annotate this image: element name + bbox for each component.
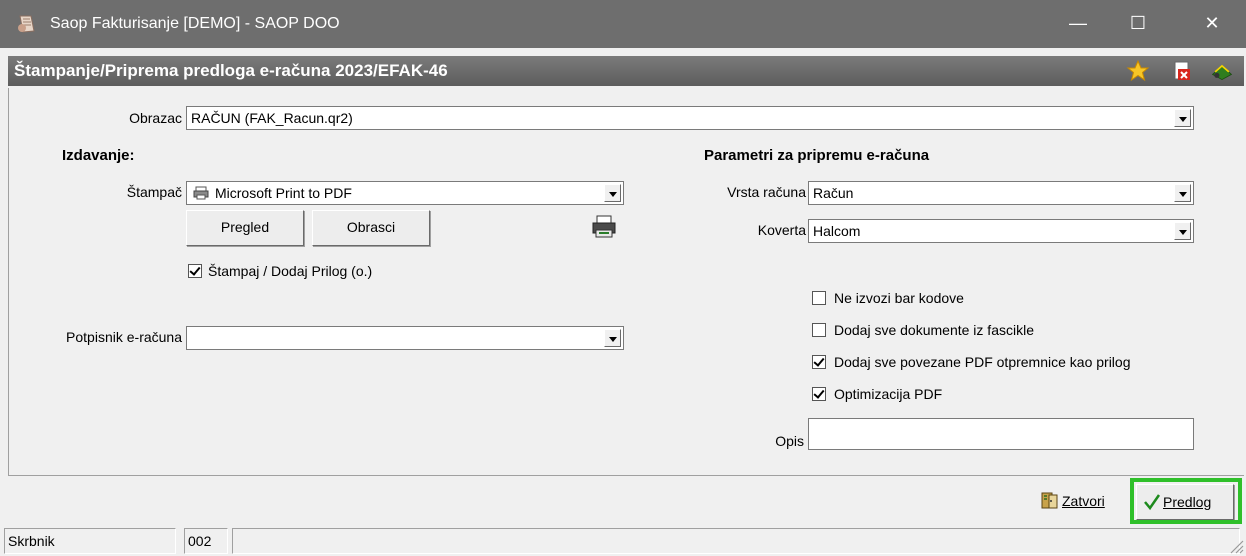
door-close-icon: [1041, 492, 1058, 509]
obrazac-label: Obrazac: [129, 110, 182, 126]
stampac-label: Štampač: [126, 184, 182, 200]
zatvori-label: Zatvori: [1062, 493, 1105, 509]
printer-setup-icon[interactable]: [590, 214, 618, 240]
potpisnik-label: Potpisnik e-računa: [66, 329, 182, 345]
vrsta-label: Vrsta računa: [727, 184, 806, 200]
obrasci-button[interactable]: Obrasci: [312, 210, 430, 246]
status-user: Skrbnik: [4, 528, 176, 554]
printer-value: Microsoft Print to PDF: [215, 185, 352, 201]
koverta-label: Koverta: [757, 222, 806, 238]
maximize-button[interactable]: ☐: [1110, 0, 1166, 48]
printer-select[interactable]: Microsoft Print to PDF: [186, 181, 624, 205]
printer-small-icon: [193, 186, 209, 200]
izdavanje-heading: Izdavanje:: [62, 147, 135, 164]
opis-input[interactable]: [808, 418, 1194, 450]
status-empty-panel: [232, 528, 1240, 554]
star-icon[interactable]: [1126, 59, 1150, 83]
window-title: Saop Fakturisanje [DEMO] - SAOP DOO: [50, 15, 340, 32]
predlog-highlight-frame: [1130, 478, 1242, 524]
form-header: Štampanje/Priprema predloga e-računa 202…: [8, 56, 1244, 86]
vrsta-select[interactable]: Račun: [808, 181, 1194, 205]
books-icon[interactable]: [1210, 59, 1234, 83]
chevron-down-icon[interactable]: [1174, 184, 1191, 202]
option-label-otpremnice: Dodaj sve povezane PDF otpremnice kao pr…: [834, 354, 1131, 370]
option-label-bar-codes: Ne izvozi bar kodove: [834, 290, 964, 306]
chevron-down-icon[interactable]: [604, 329, 621, 347]
pdf-delete-icon[interactable]: [1170, 59, 1194, 83]
option-label-optimizacija: Optimizacija PDF: [834, 386, 943, 402]
chevron-down-icon[interactable]: [604, 184, 621, 202]
resize-grip-icon[interactable]: [1228, 538, 1244, 554]
params-heading: Parametri za pripremu e-računa: [704, 147, 930, 164]
pregled-button[interactable]: Pregled: [186, 210, 304, 246]
app-logo-icon: [18, 15, 35, 33]
obrazac-select[interactable]: RAČUN (FAK_Racun.qr2): [186, 106, 1194, 130]
minimize-button[interactable]: —: [1050, 0, 1106, 48]
close-button[interactable]: ✕: [1184, 0, 1240, 48]
stampaj-label: Štampaj / Dodaj Prilog (o.): [208, 263, 373, 279]
chevron-down-icon[interactable]: [1174, 222, 1191, 240]
option-checkbox-otpremnice[interactable]: [812, 355, 826, 369]
chevron-down-icon[interactable]: [1174, 109, 1191, 127]
potpisnik-select[interactable]: [186, 326, 624, 350]
opis-label: Opis: [775, 433, 804, 449]
zatvori-button[interactable]: Zatvori: [1040, 486, 1128, 516]
stampaj-checkbox[interactable]: [188, 264, 202, 278]
koverta-value: Halcom: [813, 223, 861, 239]
status-code: 002: [184, 528, 228, 554]
koverta-select[interactable]: Halcom: [808, 219, 1194, 243]
window-titlebar: Saop Fakturisanje [DEMO] - SAOP DOO — ☐ …: [0, 0, 1246, 48]
option-checkbox-bar-codes[interactable]: [812, 291, 826, 305]
vrsta-value: Račun: [813, 185, 854, 201]
option-checkbox-fascikle[interactable]: [812, 323, 826, 337]
form-title: Štampanje/Priprema predloga e-računa 202…: [14, 61, 448, 80]
obrazac-value: RAČUN (FAK_Racun.qr2): [191, 110, 353, 126]
option-checkbox-optimizacija[interactable]: [812, 387, 826, 401]
option-label-fascikle: Dodaj sve dokumente iz fascikle: [834, 322, 1034, 338]
